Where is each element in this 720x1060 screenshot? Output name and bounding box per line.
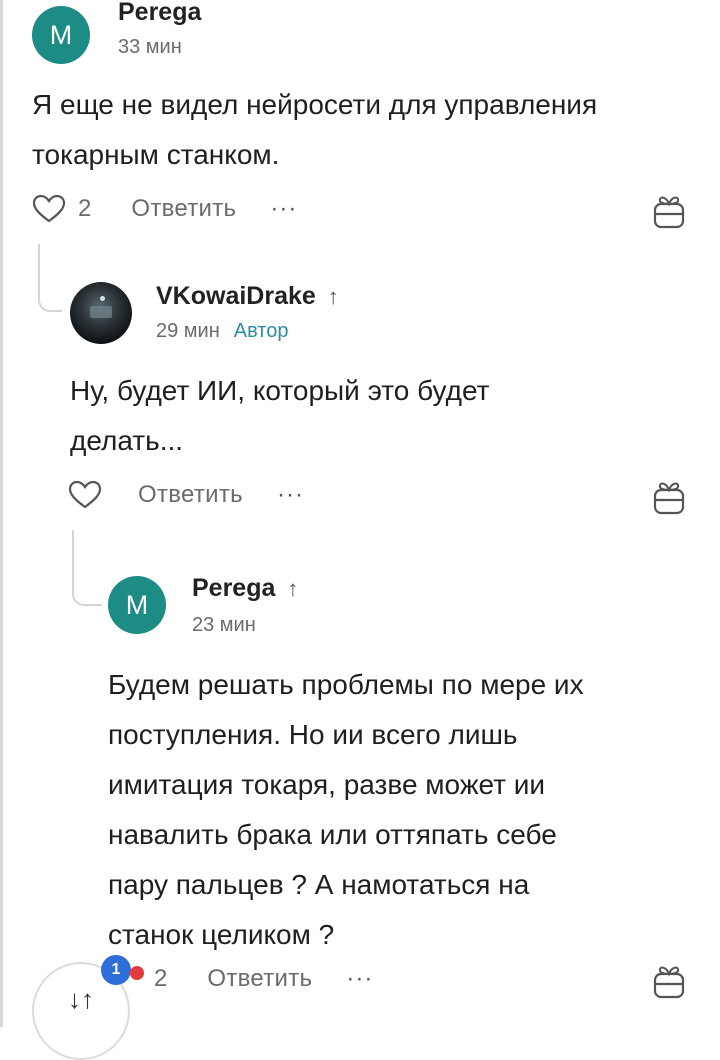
gift-icon[interactable] bbox=[652, 962, 686, 1000]
text-line: имитация токаря, разве может ии bbox=[108, 769, 546, 800]
thread-line bbox=[38, 244, 62, 312]
text-line: станок целиком ? bbox=[108, 919, 335, 950]
comment-time: 33 мин bbox=[118, 36, 182, 58]
thread-line bbox=[72, 530, 102, 606]
comment-time: 23 мин bbox=[192, 614, 256, 636]
gift-icon[interactable] bbox=[652, 478, 686, 516]
text-line: поступления. Но ии всего лишь bbox=[108, 719, 518, 750]
avatar[interactable]: M bbox=[32, 6, 90, 64]
notification-badge[interactable]: 1 bbox=[101, 955, 131, 985]
more-options-button[interactable]: ··· bbox=[346, 965, 373, 993]
arrow-up-icon: ↑ bbox=[287, 575, 299, 601]
reply-button[interactable]: Ответить bbox=[131, 195, 236, 223]
more-options-button[interactable]: ··· bbox=[277, 481, 304, 509]
comment-text: Я еще не видел нейросети для управления … bbox=[32, 80, 692, 180]
more-options-button[interactable]: ··· bbox=[270, 195, 297, 223]
comment-actions: Ответить ··· bbox=[68, 480, 304, 510]
avatar-letter: M bbox=[125, 589, 149, 620]
avatar[interactable]: M bbox=[108, 576, 166, 634]
heart-icon[interactable] bbox=[32, 194, 66, 224]
like-count: 2 bbox=[78, 195, 92, 222]
avatar[interactable] bbox=[70, 282, 132, 344]
text-line: Ну, будет ИИ, который это будет bbox=[70, 375, 490, 406]
author-name: Perega bbox=[192, 574, 276, 602]
heart-icon[interactable] bbox=[68, 480, 102, 510]
comment-text: Будем решать проблемы по мере их поступл… bbox=[108, 660, 698, 960]
left-border bbox=[0, 0, 3, 1027]
comment-actions: 2 Ответить ··· bbox=[32, 194, 297, 224]
text-line: навалить брака или оттяпать себе bbox=[108, 819, 557, 850]
comment-author[interactable]: Perega ↑ bbox=[192, 574, 298, 603]
comment-author[interactable]: VKowaiDrake ↑ bbox=[156, 282, 339, 311]
text-line: пару пальцев ? А намотаться на bbox=[108, 869, 530, 900]
comment-meta: 29 мин Автор bbox=[156, 320, 289, 343]
comment-actions: 2 Ответить ··· bbox=[116, 964, 373, 994]
sort-arrows-icon: ↓↑ bbox=[68, 984, 94, 1014]
text-line: делать... bbox=[70, 425, 184, 456]
like-count: 2 bbox=[154, 965, 168, 992]
reply-button[interactable]: Ответить bbox=[138, 481, 243, 509]
avatar-letter: M bbox=[49, 19, 73, 50]
text-line: токарным станком. bbox=[32, 139, 280, 170]
text-line: Я еще не видел нейросети для управления bbox=[32, 89, 598, 120]
comment-author[interactable]: Perega bbox=[118, 0, 201, 27]
comment-meta: 23 мин bbox=[192, 614, 256, 637]
author-name: Perega bbox=[118, 0, 202, 26]
comment-time: 29 мин bbox=[156, 320, 220, 342]
author-badge: Автор bbox=[233, 320, 289, 342]
author-name: VKowaiDrake bbox=[156, 282, 316, 310]
notification-dot bbox=[130, 966, 144, 980]
comment-text: Ну, будет ИИ, который это будет делать..… bbox=[70, 366, 690, 466]
reply-button[interactable]: Ответить bbox=[207, 965, 312, 993]
avatar-detail bbox=[100, 296, 105, 301]
avatar-detail bbox=[90, 306, 112, 318]
arrow-up-icon: ↑ bbox=[327, 283, 339, 309]
gift-icon[interactable] bbox=[652, 192, 686, 230]
text-line: Будем решать проблемы по мере их bbox=[108, 669, 584, 700]
comment-meta: 33 мин bbox=[118, 36, 182, 59]
badge-count: 1 bbox=[111, 961, 121, 978]
